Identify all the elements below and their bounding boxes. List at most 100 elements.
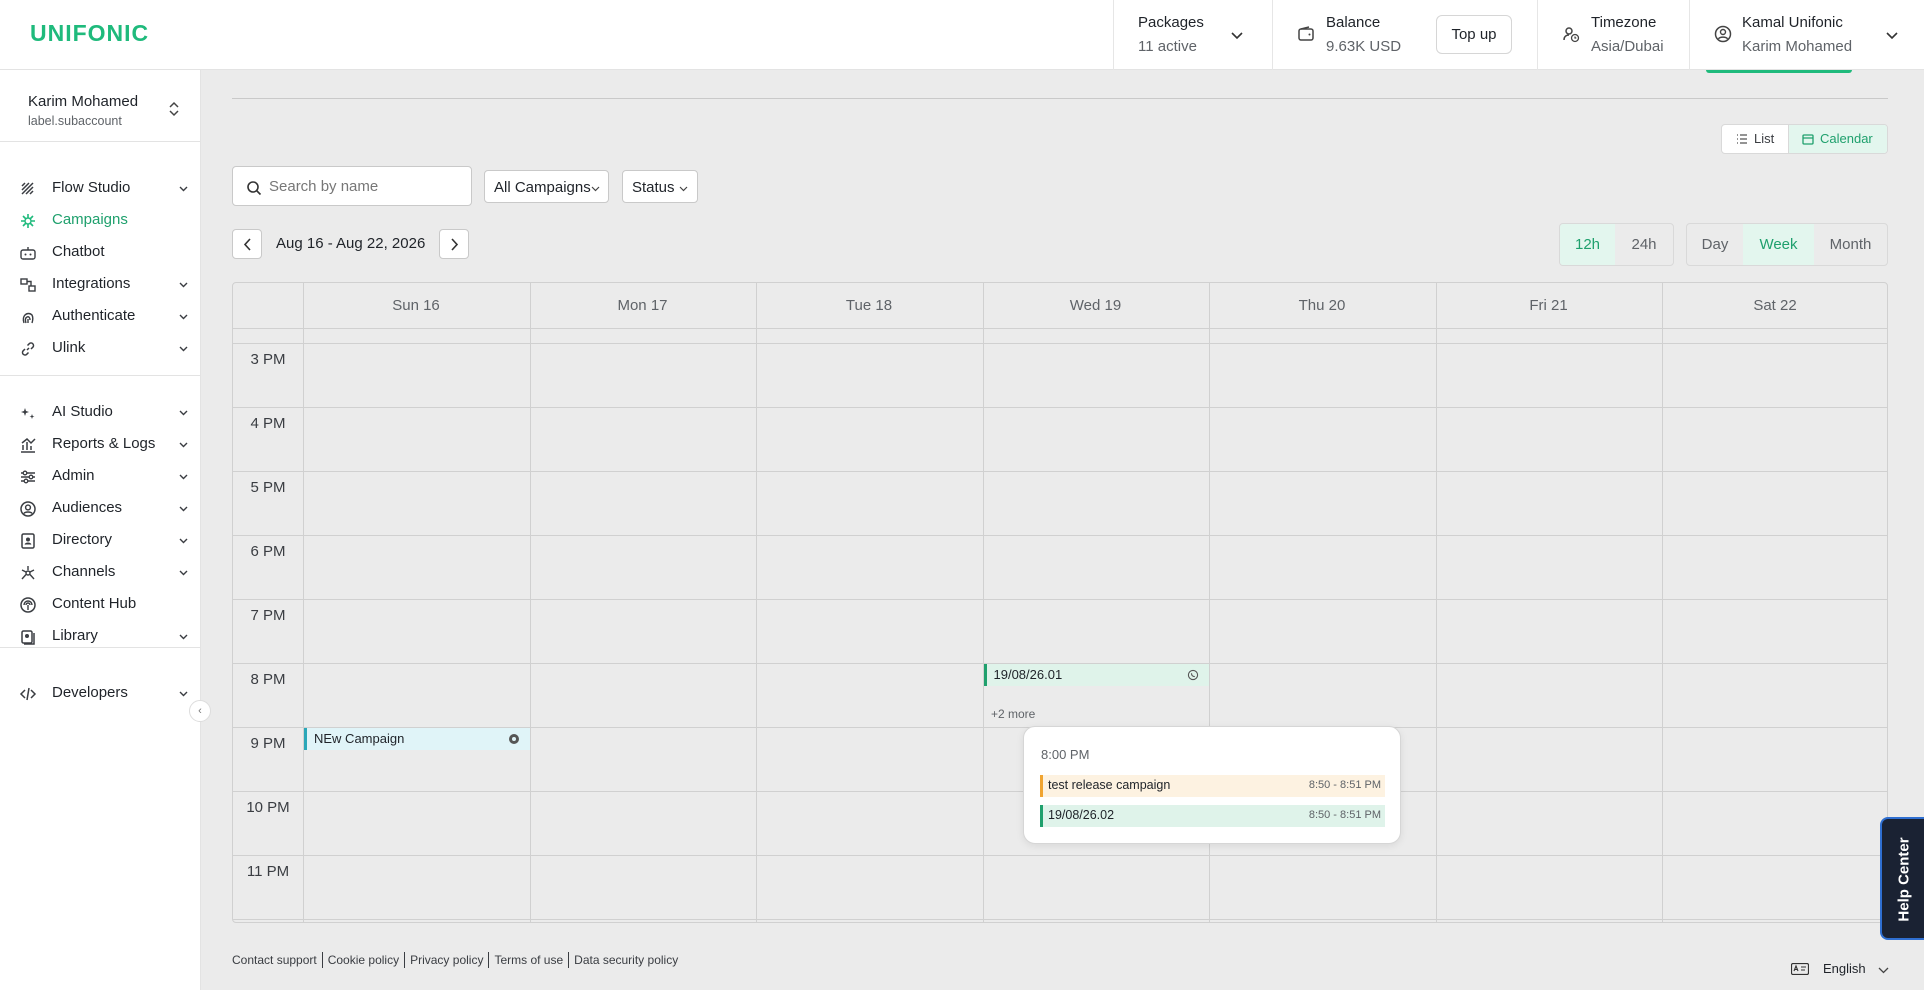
sidebar-item-developers[interactable]: Developers — [0, 677, 200, 709]
sidebar-item-label: Ulink — [52, 339, 86, 356]
sidebar-item-label: Directory — [52, 531, 113, 548]
footer-link-privacy-policy[interactable]: Privacy policy — [410, 953, 483, 967]
column-divider — [1662, 283, 1663, 922]
sidebar-item-content-hub[interactable]: Content Hub — [0, 588, 200, 620]
page-divider — [232, 98, 1888, 99]
footer-links: Contact support Cookie policy Privacy poli… — [232, 952, 678, 968]
campaigns-dropdown-label: All Campaigns — [494, 179, 591, 196]
chevron-down-icon — [179, 538, 188, 544]
popover-event[interactable]: test release campaign 8:50 - 8:51 PM — [1040, 775, 1385, 797]
hour-label: 6 PM — [250, 543, 286, 560]
search-input[interactable] — [269, 167, 465, 205]
balance-amount: 9.63K USD — [1326, 38, 1402, 55]
chevron-down-icon — [179, 506, 188, 512]
sliders-icon — [21, 470, 35, 484]
more-events-link[interactable]: +2 more — [991, 707, 1035, 721]
sidebar-item-ulink[interactable]: Ulink — [0, 332, 200, 364]
sidebar-item-label: Content Hub — [52, 595, 137, 612]
sidebar: Karim Mohamed label.subaccount Flow Stud… — [0, 70, 201, 990]
campaigns-dropdown[interactable]: All Campaigns — [484, 170, 609, 203]
sidebar-item-flow-studio[interactable]: Flow Studio — [0, 172, 200, 204]
event-title: NEw Campaign — [314, 731, 405, 746]
account-switcher[interactable]: Karim Mohamed label.subaccount — [0, 70, 200, 142]
footer-separator — [568, 952, 570, 968]
sidebar-item-channels[interactable]: Channels — [0, 556, 200, 588]
next-week-button[interactable] — [439, 229, 469, 259]
unifonic-logo[interactable]: UNIFONIC — [30, 20, 149, 47]
chevron-down-icon — [1878, 967, 1889, 974]
user-menu[interactable]: Kamal Unifonic Karim Mohamed — [1689, 0, 1924, 70]
row-divider — [233, 599, 1887, 600]
sidebar-item-reports-logs[interactable]: Reports & Logs — [0, 428, 200, 460]
sidebar-item-admin[interactable]: Admin — [0, 460, 200, 492]
sidebar-item-label: Integrations — [52, 275, 131, 292]
sidebar-item-label: Channels — [52, 563, 116, 580]
timezone-block[interactable]: Timezone Asia/Dubai — [1537, 0, 1689, 70]
footer-link-contact-support[interactable]: Contact support — [232, 953, 317, 967]
popover-time: 8:00 PM — [1041, 747, 1090, 762]
footer-link-cookie-policy[interactable]: Cookie policy — [328, 953, 399, 967]
24h-button[interactable]: 24h — [1615, 224, 1673, 265]
chevron-down-icon — [179, 474, 188, 480]
contact-book-icon — [21, 533, 35, 549]
prev-week-button[interactable] — [232, 229, 262, 259]
sidebar-item-label: Library — [52, 627, 98, 644]
sidebar-item-integrations[interactable]: Integrations — [0, 268, 200, 300]
packages-count: 11 active — [1138, 38, 1197, 55]
calendar-day-header: Sun 16 Mon 17 Tue 18 Wed 19 Thu 20 Fri 21 Sat … — [233, 283, 1887, 329]
chevron-down-icon — [179, 314, 188, 320]
sidebar-item-label: Campaigns — [52, 211, 128, 228]
column-divider — [303, 283, 304, 922]
chevron-left-icon — [243, 238, 251, 251]
footer-link-data-security-policy[interactable]: Data security policy — [574, 953, 678, 967]
chevron-down-icon — [179, 410, 188, 416]
footer-separator — [404, 952, 406, 968]
view-toggle: List Calendar — [1721, 124, 1888, 154]
create-button-edge[interactable] — [1706, 70, 1852, 73]
wallet-icon — [1298, 26, 1314, 41]
sidebar-item-authenticate[interactable]: Authenticate — [0, 300, 200, 332]
hour-label: 7 PM — [250, 607, 286, 624]
month-view-button[interactable]: Month — [1814, 224, 1887, 265]
column-divider — [982, 283, 984, 922]
sidebar-item-label: Chatbot — [52, 243, 105, 260]
chatbot-icon — [20, 247, 36, 260]
calendar-view-button[interactable]: Calendar — [1789, 125, 1887, 153]
sidebar-item-ai-studio[interactable]: AI Studio — [0, 396, 200, 428]
sidebar-item-label: Reports & Logs — [52, 435, 156, 452]
user-clock-icon — [1563, 27, 1580, 43]
user-sub: Karim Mohamed — [1742, 38, 1853, 55]
sidebar-item-audiences[interactable]: Audiences — [0, 492, 200, 524]
calendar-event[interactable]: 19/08/26.01 — [983, 664, 1209, 686]
sidebar-item-label: Authenticate — [52, 307, 136, 324]
chevron-down-icon — [179, 186, 188, 192]
sidebar-item-campaigns[interactable]: Campaigns — [0, 204, 200, 236]
chevron-down-icon — [179, 282, 188, 288]
sidebar-item-directory[interactable]: Directory — [0, 524, 200, 556]
help-center-button[interactable]: Help Center — [1880, 817, 1924, 940]
top-up-button[interactable]: Top up — [1436, 15, 1512, 54]
footer-link-terms-of-use[interactable]: Terms of use — [494, 953, 563, 967]
sidebar-item-chatbot[interactable]: Chatbot — [0, 236, 200, 268]
whatsapp-icon — [1187, 669, 1199, 681]
list-view-button[interactable]: List — [1722, 125, 1789, 153]
status-dropdown[interactable]: Status — [622, 170, 698, 203]
column-divider — [1435, 283, 1437, 922]
chevron-down-icon — [179, 442, 188, 448]
12h-button[interactable]: 12h — [1560, 224, 1615, 265]
status-dropdown-label: Status — [632, 179, 675, 196]
range-view-toggle: Day Week Month — [1686, 223, 1888, 266]
sidebar-collapse-button[interactable]: ‹ — [189, 700, 211, 722]
packages-menu[interactable]: Packages 11 active — [1113, 0, 1273, 70]
popover-event[interactable]: 19/08/26.02 8:50 - 8:51 PM — [1040, 805, 1385, 827]
hour-label: 9 PM — [250, 735, 286, 752]
calendar-event[interactable]: NEw Campaign — [304, 728, 530, 750]
hour-label: 10 PM — [246, 799, 290, 816]
sidebar-item-label: Developers — [52, 684, 128, 701]
day-view-button[interactable]: Day — [1687, 224, 1743, 265]
row-divider — [233, 407, 1887, 408]
week-view-button[interactable]: Week — [1743, 224, 1814, 265]
hour-label: 8 PM — [250, 671, 286, 688]
language-selector[interactable]: English — [1823, 961, 1866, 976]
gear-badge-icon — [508, 734, 519, 744]
